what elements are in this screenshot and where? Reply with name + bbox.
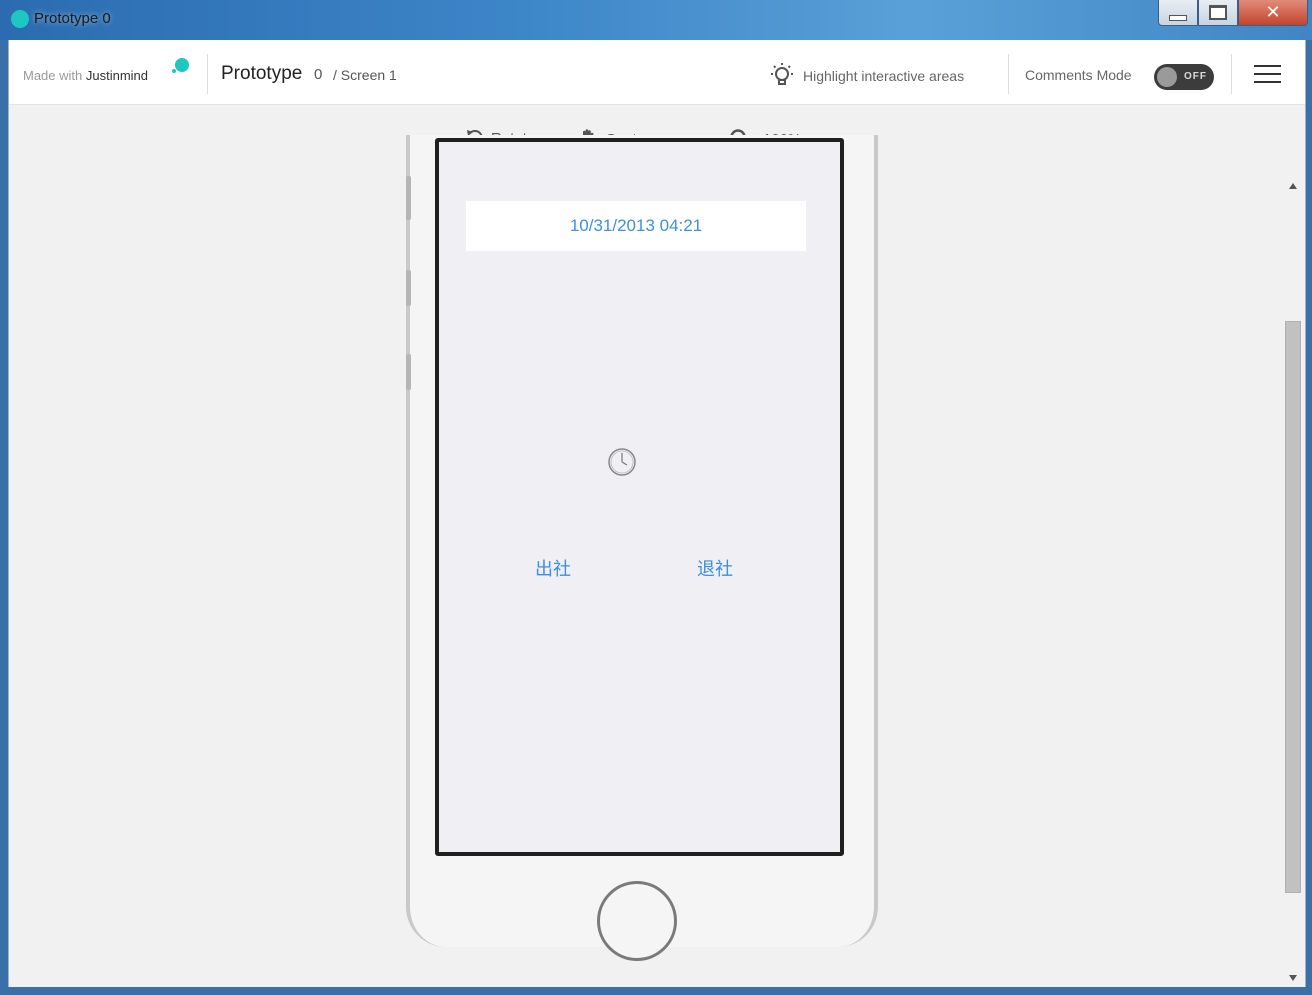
minimize-icon bbox=[1169, 14, 1187, 21]
vertical-scrollbar[interactable] bbox=[1284, 176, 1303, 987]
app-icon bbox=[11, 10, 29, 28]
phone-mute-switch bbox=[406, 176, 411, 220]
comments-mode-toggle[interactable]: OFF bbox=[1154, 64, 1214, 90]
close-button[interactable]: ✕ bbox=[1238, 0, 1308, 26]
minimize-button[interactable] bbox=[1158, 0, 1198, 26]
brand-logo-dot bbox=[172, 69, 176, 73]
highlight-interactive-button[interactable]: Highlight interactive areas bbox=[769, 62, 964, 90]
made-with-text: Made with bbox=[23, 68, 83, 83]
scrollbar-thumb[interactable] bbox=[1285, 321, 1301, 893]
prototype-number: 0 bbox=[314, 66, 323, 83]
window-bottom-border bbox=[0, 987, 1312, 995]
clock-icon bbox=[608, 448, 636, 476]
window-titlebar: Prototype 0 ✕ bbox=[0, 0, 1312, 40]
divider bbox=[1231, 54, 1232, 94]
made-with-label[interactable]: Made with Justinmind bbox=[23, 68, 148, 83]
divider bbox=[207, 54, 208, 94]
scroll-down-icon[interactable] bbox=[1289, 975, 1297, 981]
brand-name: Justinmind bbox=[85, 68, 149, 83]
scroll-up-icon[interactable] bbox=[1289, 183, 1297, 189]
phone-volume-down bbox=[406, 354, 411, 390]
maximize-button[interactable] bbox=[1198, 0, 1238, 26]
window-controls: ✕ bbox=[1158, 0, 1308, 28]
close-icon: ✕ bbox=[1265, 2, 1281, 23]
window-title: Prototype 0 bbox=[34, 10, 111, 27]
toggle-knob bbox=[1157, 67, 1177, 87]
lightbulb-icon bbox=[771, 63, 793, 85]
clock-out-button[interactable]: 退社 bbox=[697, 555, 733, 581]
brand-logo-icon bbox=[175, 58, 189, 72]
phone-volume-up bbox=[406, 270, 411, 306]
highlight-label: Highlight interactive areas bbox=[803, 68, 965, 84]
maximize-icon bbox=[1209, 5, 1227, 20]
clock-in-button[interactable]: 出社 bbox=[535, 555, 571, 581]
datetime-value: 10/31/2013 04:21 bbox=[569, 216, 703, 235]
datetime-field[interactable]: 10/31/2013 04:21 bbox=[466, 201, 806, 251]
phone-screen: 10/31/2013 04:21 出社 退社 bbox=[435, 138, 844, 856]
menu-icon[interactable] bbox=[1254, 65, 1281, 89]
prototype-title: Prototype bbox=[221, 63, 303, 84]
divider bbox=[1008, 54, 1009, 94]
toggle-state-label: OFF bbox=[1184, 71, 1207, 82]
app-header: Made with Justinmind Prototype 0 / Scree… bbox=[9, 40, 1305, 105]
screen-breadcrumb[interactable]: / Screen 1 bbox=[333, 67, 397, 83]
phone-home-button[interactable] bbox=[597, 881, 677, 961]
comments-mode-label: Comments Mode bbox=[1025, 67, 1132, 83]
